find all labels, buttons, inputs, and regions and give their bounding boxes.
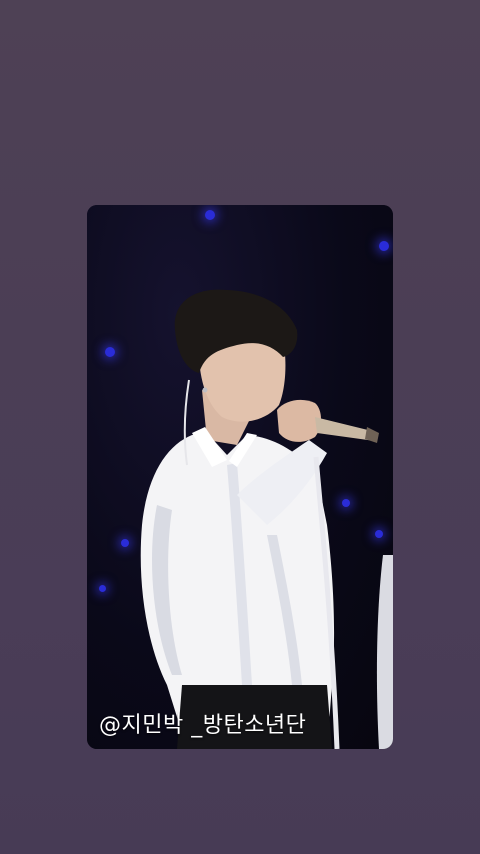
story-caption: @지민박 _방탄소년단 (99, 713, 307, 738)
story-video-card[interactable]: @지민박 _방탄소년단 (87, 205, 393, 749)
performer-image (87, 205, 393, 749)
